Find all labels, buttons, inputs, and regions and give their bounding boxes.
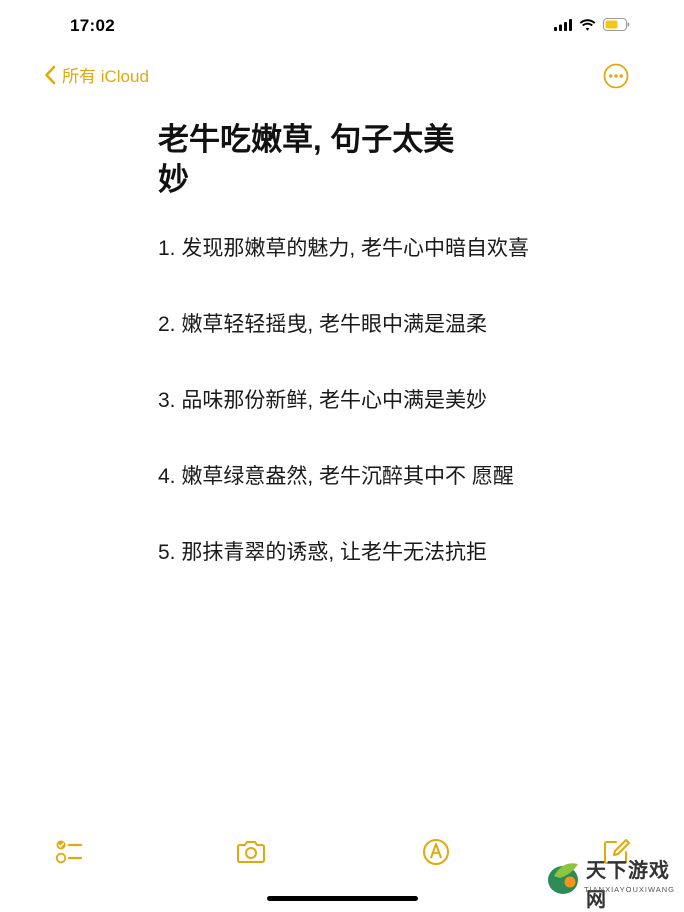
battery-icon — [603, 18, 630, 31]
signal-icon — [554, 18, 572, 31]
wifi-icon — [579, 18, 596, 31]
note-title: 老牛吃嫩草, 句子太美妙 — [158, 122, 455, 197]
status-icons — [554, 18, 630, 31]
note-body[interactable]: 老牛吃嫩草, 句子太美妙 1. 发现那嫩草的魅力, 老牛心中暗自欢喜 2. 嫩草… — [158, 120, 578, 572]
watermark-title: 天下游戏网 — [586, 860, 670, 911]
status-bar: 17:02 — [0, 0, 684, 52]
nav-bar: 所有 iCloud — [0, 56, 684, 96]
note-item: 3. 品味那份新鲜, 老牛心中满是美妙 — [158, 389, 488, 412]
checklist-icon[interactable] — [52, 836, 84, 868]
back-button[interactable]: 所有 iCloud — [44, 62, 149, 87]
watermark-subtitle: TIANXIAYOUXIWANG — [584, 885, 676, 894]
home-indicator — [267, 896, 418, 901]
logo-icon — [548, 863, 578, 894]
camera-icon[interactable] — [235, 836, 267, 868]
markup-icon[interactable] — [420, 836, 452, 868]
status-time: 17:02 — [70, 16, 115, 35]
note-item: 2. 嫩草轻轻摇曳, 老牛眼中满是温柔 — [158, 313, 488, 336]
note-item: 4. 嫩草绿意盎然, 老牛沉醉其中不 愿醒 — [158, 465, 514, 488]
note-item: 5. 那抹青翠的诱惑, 让老牛无法抗拒 — [158, 541, 488, 564]
note-item: 1. 发现那嫩草的魅力, 老牛心中暗自欢喜 — [158, 237, 530, 260]
chevron-left-icon — [45, 65, 56, 84]
more-icon[interactable] — [602, 62, 630, 90]
watermark-logo: 天下游戏网 TIANXIAYOUXIWANG — [546, 852, 680, 911]
back-label: 所有 iCloud — [62, 67, 149, 86]
